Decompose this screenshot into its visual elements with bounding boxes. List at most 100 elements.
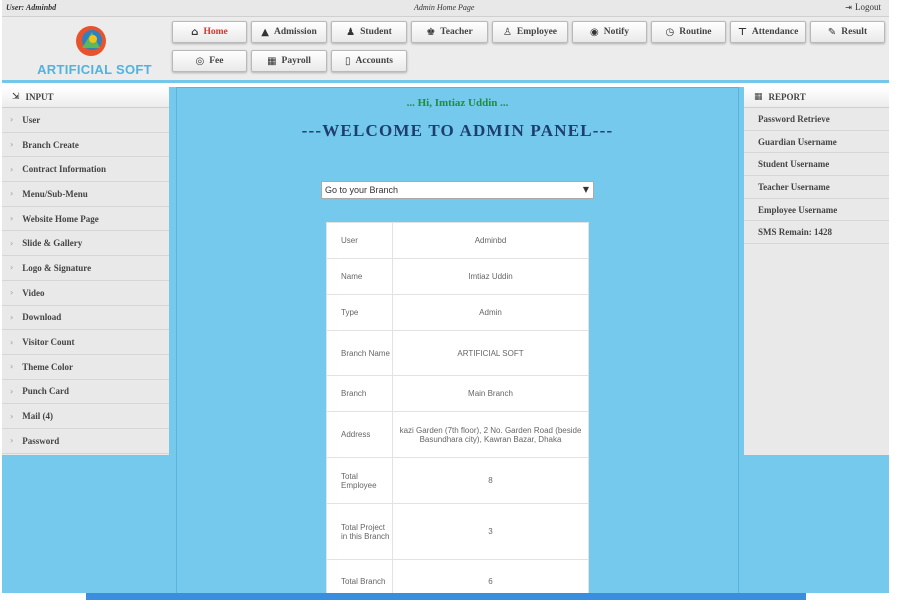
- sidebar-item-label: Theme Color: [22, 361, 74, 372]
- info-value: Main Branch: [392, 375, 589, 412]
- chevron-right-icon: ›: [10, 214, 14, 224]
- info-key: Total Project in this Branch: [326, 503, 393, 560]
- sidebar-item-label: Password: [22, 435, 60, 446]
- report-item-employee-username[interactable]: Employee Username: [744, 199, 889, 222]
- background-strip: [169, 87, 176, 593]
- nav-fee-button[interactable]: ◎ Fee: [172, 50, 247, 72]
- teacher-icon: ♚: [426, 26, 436, 38]
- sidebar-item-mail[interactable]: › Mail (4): [2, 404, 169, 429]
- sidebar-item-label: Mail (4): [22, 411, 54, 422]
- sidebar-item-label: Contract Information: [22, 164, 107, 175]
- main-panel: ... Hi, Imtiaz Uddin ... ---WELCOME TO A…: [176, 87, 739, 600]
- sidebar-item-label: Punch Card: [22, 386, 70, 397]
- sign-in-icon: ⇲: [12, 92, 20, 102]
- sidebar-item-label: Logo & Signature: [22, 262, 92, 273]
- nav-home-button[interactable]: ⌂ Home: [172, 21, 247, 43]
- table-row: Name Imtiaz Uddin: [326, 258, 589, 295]
- sidebar-item-download[interactable]: › Download: [2, 306, 169, 331]
- info-value: Imtiaz Uddin: [392, 258, 589, 295]
- sidebar-item-website-home-page[interactable]: › Website Home Page: [2, 207, 169, 232]
- nav-employee-button[interactable]: ♙ Employee: [492, 21, 568, 43]
- info-value: 8: [392, 457, 589, 504]
- info-key: Address: [326, 411, 393, 458]
- table-row: Total Project in this Branch 3: [326, 503, 589, 560]
- background-strip: [744, 455, 889, 593]
- sidebar-item-label: Website Home Page: [22, 213, 99, 224]
- sidebar-item-video[interactable]: › Video: [2, 281, 169, 306]
- nav-label: Attendance: [751, 27, 799, 37]
- info-value: Admin: [392, 294, 589, 331]
- logout-button[interactable]: ⇥ Logout: [845, 2, 881, 12]
- nav-notify-button[interactable]: ◉ Notify: [572, 21, 647, 43]
- chevron-right-icon: ›: [10, 288, 14, 298]
- nav-accounts-button[interactable]: ▯ Accounts: [331, 50, 407, 72]
- report-title: REPORT: [768, 92, 806, 102]
- nav-label: Payroll: [281, 56, 311, 66]
- sidebar-item-label: Video: [22, 287, 45, 298]
- sidebar-item-slide-gallery[interactable]: › Slide & Gallery: [2, 231, 169, 257]
- nav-attendance-button[interactable]: ⊤ Attendance: [730, 21, 806, 43]
- report-item-guardian-username[interactable]: Guardian Username: [744, 131, 889, 154]
- report-item-label: Password Retrieve: [758, 113, 830, 124]
- nav-routine-button[interactable]: ◷ Routine: [651, 21, 726, 43]
- info-value: 3: [392, 503, 589, 560]
- sidebar-item-punch-card[interactable]: › Punch Card: [2, 380, 169, 405]
- chevron-right-icon: ›: [10, 337, 14, 347]
- info-value: Adminbd: [392, 222, 589, 259]
- info-key: Type: [326, 294, 393, 331]
- users-icon: ♟: [346, 26, 356, 38]
- nav-label: Home: [203, 27, 228, 37]
- chevron-right-icon: ›: [10, 263, 14, 273]
- sidebar-item-branch-create[interactable]: › Branch Create: [2, 133, 169, 158]
- info-value: kazi Garden (7th floor), 2 No. Garden Ro…: [392, 411, 589, 458]
- report-item-student-username[interactable]: Student Username: [744, 153, 889, 177]
- nav-payroll-button[interactable]: ▦ Payroll: [251, 50, 327, 72]
- sidebar-item-menu-submenu[interactable]: › Menu/Sub-Menu: [2, 182, 169, 207]
- logo-mark-icon: [76, 26, 106, 56]
- sidebar-item-user[interactable]: › User: [2, 108, 169, 133]
- nav-label: Student: [360, 27, 392, 37]
- chevron-right-icon: ›: [10, 411, 14, 421]
- top-bar: User: Adminbd Admin Home Page ⇥ Logout: [2, 0, 889, 17]
- sidebar-item-theme-color[interactable]: › Theme Color: [2, 355, 169, 380]
- current-user: User: Adminbd: [6, 3, 57, 12]
- info-key: Branch: [326, 375, 393, 412]
- sidebar-item-label: Download: [22, 312, 62, 323]
- sidebar-item-label: Visitor Count: [22, 337, 75, 348]
- sidebar-item-visitor-count[interactable]: › Visitor Count: [2, 330, 169, 355]
- chevron-right-icon: ›: [10, 436, 14, 446]
- sidebar-item-contract-information[interactable]: › Contract Information: [2, 157, 169, 183]
- nav-student-button[interactable]: ♟ Student: [331, 21, 407, 43]
- nav-admission-button[interactable]: ▲ Admission: [251, 21, 327, 43]
- pencil-icon: ✎: [827, 26, 837, 38]
- info-key: Total Employee: [326, 457, 393, 504]
- branch-select[interactable]: Go to your Branch ▼: [321, 181, 594, 199]
- nav-label: Admission: [273, 27, 317, 37]
- sidebar-item-label: User: [22, 114, 41, 125]
- sidebar-item-label: Slide & Gallery: [22, 238, 83, 249]
- background-strip: [2, 455, 169, 593]
- report-item-password-retrieve[interactable]: Password Retrieve: [744, 108, 889, 131]
- chevron-right-icon: ›: [10, 238, 14, 248]
- input-sidebar: ⇲ INPUT › User › Branch Create › Contract I…: [2, 87, 169, 455]
- sidebar-item-label: Menu/Sub-Menu: [22, 188, 88, 199]
- nav-teacher-button[interactable]: ♚ Teacher: [411, 21, 488, 43]
- chevron-right-icon: ›: [10, 189, 14, 199]
- info-value: ARTIFICIAL SOFT: [392, 330, 589, 376]
- bottom-scroll-bar: [86, 593, 806, 600]
- table-row: Total Employee 8: [326, 457, 589, 504]
- nav-result-button[interactable]: ✎ Result: [810, 21, 885, 43]
- report-item-label: Student Username: [758, 159, 830, 170]
- admin-info-table: User Adminbd Name Imtiaz Uddin Type Admi…: [326, 222, 589, 600]
- chevron-right-icon: ›: [10, 362, 14, 372]
- report-item-label: Employee Username: [758, 204, 838, 215]
- sidebar-item-logo-signature[interactable]: › Logo & Signature: [2, 256, 169, 281]
- report-sidebar-header: ▦ REPORT: [744, 87, 889, 108]
- logo[interactable]: ARTIFICIAL SOFT: [32, 22, 157, 78]
- sidebar-item-password[interactable]: › Password: [2, 429, 169, 454]
- chevron-right-icon: ›: [10, 140, 14, 150]
- report-item-teacher-username[interactable]: Teacher Username: [744, 176, 889, 199]
- money-icon: ◎: [195, 55, 205, 67]
- graduation-cap-icon: ▲: [261, 26, 269, 38]
- table-row: User Adminbd: [326, 222, 589, 259]
